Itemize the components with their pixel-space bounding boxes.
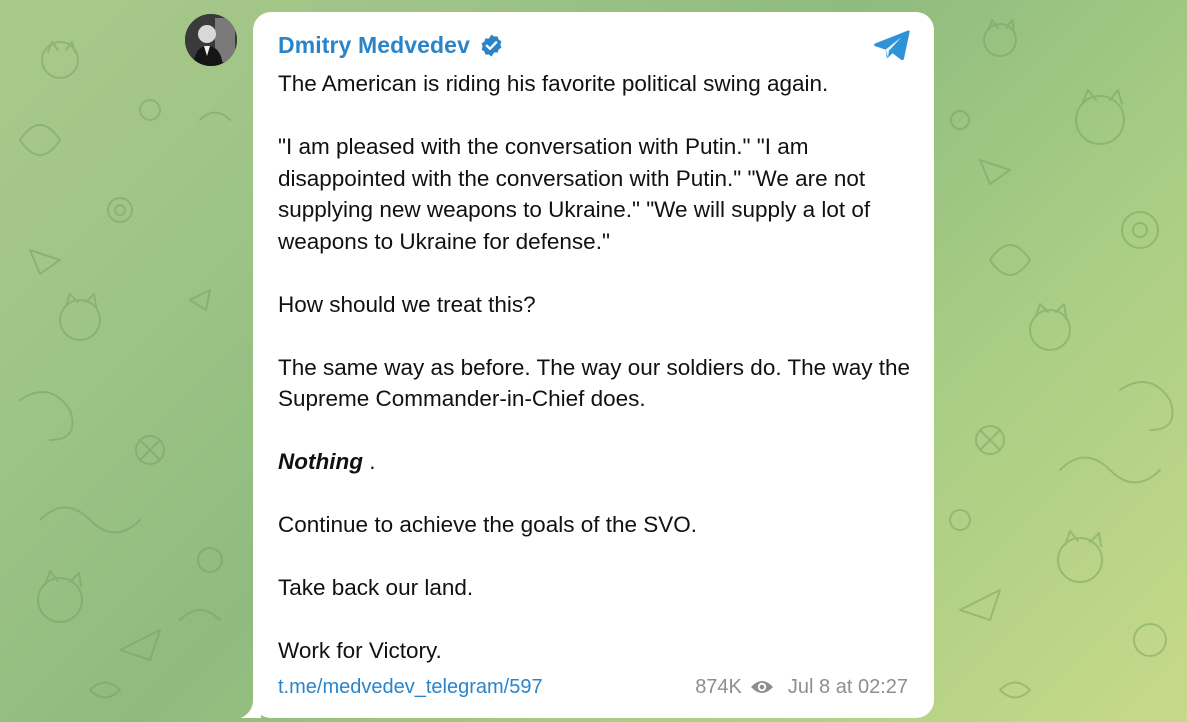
message-paragraph: The same way as before. The way our sold… — [278, 354, 917, 412]
message-meta: 874K Jul 8 at 02:27 — [695, 676, 908, 699]
message-paragraph: "I am pleased with the conversation with… — [278, 134, 877, 254]
emphasis-word: Nothing — [278, 449, 363, 474]
message-paragraph: How should we treat this? — [278, 291, 536, 317]
post-link[interactable]: t.me/medvedev_telegram/597 — [278, 676, 543, 699]
message-paragraph: The American is riding his favorite poli… — [278, 71, 829, 96]
telegram-logo-icon[interactable] — [873, 28, 911, 62]
post-date: Jul 8 at 02:27 — [787, 675, 908, 698]
message-paragraph: Continue to achieve the goals of the SVO… — [278, 512, 698, 537]
channel-avatar[interactable] — [185, 14, 237, 66]
view-count: 874K — [695, 675, 742, 698]
message-bubble: Dmitry Medvedev The American is riding h… — [253, 12, 934, 718]
message-header: Dmitry Medvedev — [278, 30, 504, 60]
message-text: The American is riding his favorite poli… — [278, 68, 918, 667]
avatar-photo — [185, 14, 237, 66]
message-paragraph: Take back our land. — [278, 575, 474, 600]
emphasis-suffix: . — [362, 449, 376, 474]
message-footer: t.me/medvedev_telegram/597 874K Jul 8 at… — [278, 674, 908, 700]
message-emphasis-paragraph: Nothing . — [278, 446, 918, 478]
eye-icon — [750, 681, 773, 693]
verified-badge-icon — [481, 34, 502, 56]
message-paragraph: Work for Victory. — [278, 638, 442, 663]
channel-name[interactable]: Dmitry Medvedev — [278, 32, 470, 59]
